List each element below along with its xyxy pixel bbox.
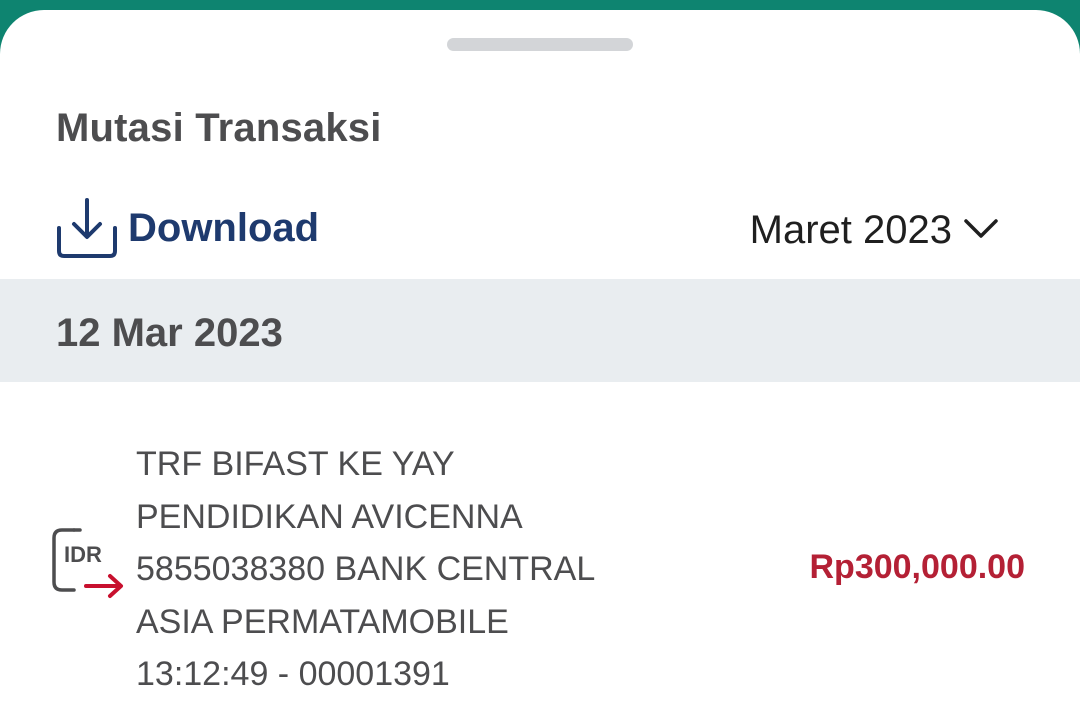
idr-icon-text: IDR — [64, 542, 102, 567]
download-button[interactable]: Download — [54, 196, 319, 260]
transaction-row[interactable]: IDR TRF BIFAST KE YAY PENDIDIKAN AVICENN… — [0, 382, 1080, 707]
sheet-title: Mutasi Transaksi — [56, 106, 382, 150]
transaction-description-line: 5855038380 BANK CENTRAL — [136, 550, 596, 588]
download-icon — [57, 198, 117, 258]
drag-handle[interactable] — [447, 38, 633, 51]
bottom-sheet: Mutasi Transaksi Download Maret 2023 12 … — [0, 10, 1080, 707]
transaction-description-line: PENDIDIKAN AVICENNA — [136, 497, 523, 536]
month-selected-label: Maret 2023 — [749, 208, 952, 252]
download-label: Download — [128, 206, 320, 250]
transaction-time-reference: 13:12:49 - 00001391 — [136, 655, 450, 693]
month-selector[interactable]: Maret 2023 — [750, 204, 1000, 256]
transaction-description-line: ASIA PERMATAMOBILE — [136, 602, 509, 641]
transaction-amount: Rp300,000.00 — [809, 548, 1026, 586]
transaction-description-line: TRF BIFAST KE YAY — [136, 445, 455, 483]
date-group-label: 12 Mar 2023 — [56, 311, 283, 355]
date-group-header: 12 Mar 2023 — [0, 279, 1080, 382]
transaction-description: TRF BIFAST KE YAY PENDIDIKAN AVICENNA 58… — [136, 438, 696, 701]
idr-transfer-out-icon: IDR — [52, 528, 123, 598]
chevron-down-icon — [964, 219, 998, 238]
